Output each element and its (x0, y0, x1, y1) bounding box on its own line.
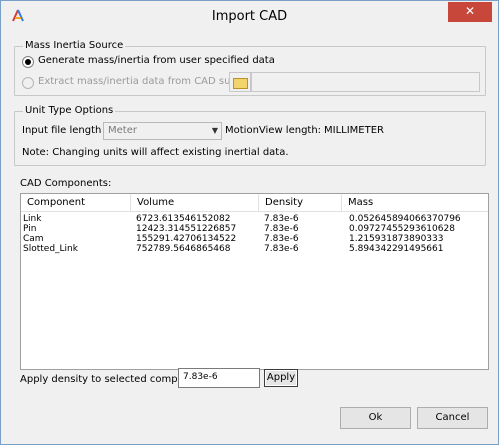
window-title: Import CAD (211, 9, 288, 24)
cell-component: Pin (23, 224, 37, 234)
generate-mass-label: Generate mass/inertia from user specifie… (38, 55, 275, 66)
motionview-length-value: MILLIMETER (324, 125, 384, 136)
cell-mass: 1.215931873890333 (349, 234, 444, 244)
cell-component: Cam (23, 234, 44, 244)
cell-density: 7.83e-6 (264, 234, 299, 244)
mass-inertia-legend: Mass Inertia Source (23, 40, 126, 51)
dialog-body: Mass Inertia Source Generate mass/inerti… (8, 31, 491, 436)
cancel-button[interactable]: Cancel (417, 407, 488, 429)
folder-icon (233, 78, 248, 89)
unit-type-group: Unit Type Options Input file length : Me… (14, 105, 486, 166)
density-input[interactable]: 7.83e-6 (178, 368, 260, 388)
cad-components-label: CAD Components: (20, 178, 112, 189)
cell-mass: 0.09727455293610628 (349, 224, 455, 234)
column-header-density[interactable]: Density (259, 194, 342, 212)
input-file-length-label: Input file length : (22, 125, 108, 136)
column-header-component[interactable]: Component (21, 194, 131, 212)
chevron-down-icon: ▼ (211, 126, 218, 135)
title-bar: Import CAD ✕ (1, 1, 498, 31)
input-file-length-select[interactable]: Meter ▼ (103, 122, 222, 140)
extract-mass-radio[interactable] (22, 77, 34, 89)
input-file-length-value: Meter (108, 125, 137, 136)
cell-volume: 752789.5646865468 (136, 244, 231, 254)
generate-mass-radio[interactable] (22, 56, 34, 68)
cell-density: 7.83e-6 (264, 244, 299, 254)
units-note: Note: Changing units will affect existin… (22, 147, 289, 158)
cell-mass: 0.052645894066370796 (349, 214, 461, 224)
cell-mass: 5.894342291495661 (349, 244, 444, 254)
close-button[interactable]: ✕ (448, 2, 492, 22)
cell-volume: 155291.42706134522 (136, 234, 237, 244)
browse-folder-button[interactable] (229, 72, 251, 92)
cell-component: Slotted_Link (23, 244, 78, 254)
cell-volume: 6723.613546152082 (136, 214, 231, 224)
cad-components-table[interactable]: Component Volume Density Mass Link 6723.… (20, 193, 489, 370)
ok-button[interactable]: Ok (340, 407, 411, 429)
density-input-value: 7.83e-6 (183, 372, 218, 382)
unit-type-legend: Unit Type Options (23, 105, 116, 116)
import-cad-dialog: Import CAD ✕ Mass Inertia Source Generat… (0, 0, 499, 445)
cell-component: Link (23, 214, 42, 224)
cad-summary-file-field[interactable] (251, 72, 480, 92)
cell-density: 7.83e-6 (264, 214, 299, 224)
apply-button[interactable]: Apply (264, 369, 298, 387)
cell-volume: 12423.314551226857 (136, 224, 237, 234)
mass-inertia-group: Mass Inertia Source Generate mass/inerti… (14, 40, 486, 96)
cell-density: 7.83e-6 (264, 224, 299, 234)
motionview-length-label: MotionView length: (225, 125, 322, 136)
column-header-volume[interactable]: Volume (131, 194, 259, 212)
column-header-mass[interactable]: Mass (342, 194, 488, 212)
